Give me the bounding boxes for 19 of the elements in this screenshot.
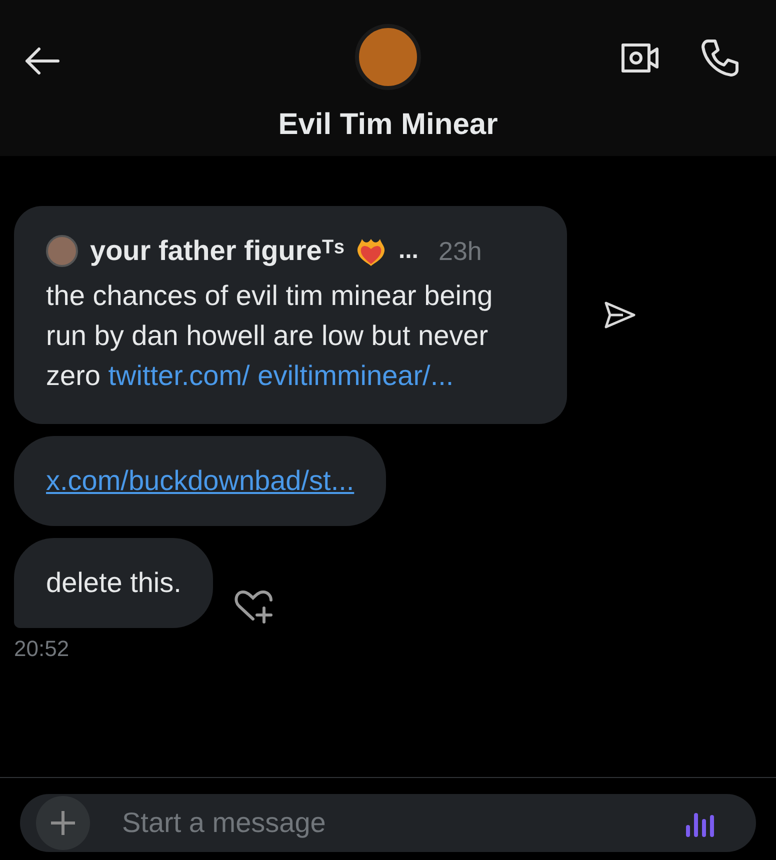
phone-icon[interactable]: [700, 38, 740, 78]
link[interactable]: twitter.com/ eviltimminear/...: [108, 360, 454, 391]
message-composer[interactable]: Start a message: [20, 794, 756, 852]
message-input[interactable]: Start a message: [122, 802, 652, 844]
author-name: your father figureᵀˢ: [90, 234, 344, 268]
heart-plus-icon[interactable]: [233, 588, 276, 624]
contact-name: Evil Tim Minear: [278, 107, 498, 143]
timestamp: 23h: [438, 234, 482, 268]
plus-icon: [50, 810, 76, 836]
add-button[interactable]: [36, 796, 90, 850]
back-arrow-icon[interactable]: [24, 46, 60, 76]
message-text: delete this.: [46, 567, 182, 598]
timestamp: 20:52: [14, 635, 70, 663]
ellipsis: ...: [398, 236, 418, 266]
quoted-text: the chances of evil tim minear being run by dan howell are low but never zero twitter.com/ eviltimminear/...: [46, 279, 494, 393]
send-icon[interactable]: [603, 300, 637, 330]
video-call-icon[interactable]: [620, 41, 660, 75]
link[interactable]: x.com/buckdownbad/st...: [46, 465, 354, 496]
avatar: [46, 235, 78, 267]
